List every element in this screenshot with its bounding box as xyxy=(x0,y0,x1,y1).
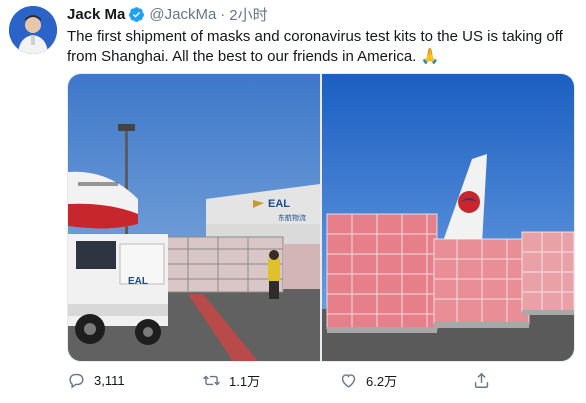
retweet-count: 1.1万 xyxy=(229,373,261,389)
reply-icon xyxy=(69,373,84,388)
tweet-timestamp[interactable]: 2小时 xyxy=(229,4,267,25)
reply-count: 3,111 xyxy=(94,372,125,388)
share-button[interactable] xyxy=(472,368,491,392)
media-photo-right[interactable] xyxy=(322,74,574,361)
truck-logo-text: EAL xyxy=(128,276,148,287)
avatar[interactable] xyxy=(9,6,57,54)
building-logo-sub: 东航物流 xyxy=(278,213,306,222)
user-name[interactable]: Jack Ma xyxy=(67,6,125,23)
verified-badge-icon xyxy=(129,6,145,22)
tweet-media: EAL 东航物流 EAL xyxy=(67,73,575,362)
reply-button[interactable]: 3,111 xyxy=(67,368,125,392)
share-icon xyxy=(474,372,489,388)
cargo-pallets-image xyxy=(322,74,574,361)
building-logo-text: EAL xyxy=(268,198,290,210)
heart-icon xyxy=(341,373,356,388)
tweet-text: The first shipment of masks and coronavi… xyxy=(67,27,572,67)
tweet-header: Jack Ma @JackMa · 2小时 xyxy=(67,4,268,25)
retweet-icon xyxy=(203,375,220,385)
media-photo-left[interactable]: EAL 东航物流 EAL xyxy=(68,74,320,361)
avatar-image xyxy=(9,6,57,54)
like-button[interactable]: 6.2万 xyxy=(339,368,397,392)
tweet[interactable]: Jack Ma @JackMa · 2小时 The first shipment… xyxy=(0,0,586,403)
pray-emoji: 🙏 xyxy=(420,48,440,65)
separator-dot: · xyxy=(220,5,226,23)
user-handle[interactable]: @JackMa xyxy=(149,6,216,23)
retweet-button[interactable]: 1.1万 xyxy=(202,368,260,392)
tweet-body: The first shipment of masks and coronavi… xyxy=(67,28,563,65)
like-count: 6.2万 xyxy=(366,373,398,389)
tweet-actions: 3,111 1.1万 6.2万 xyxy=(67,368,572,392)
cargo-truck-image: EAL 东航物流 EAL xyxy=(68,74,320,361)
